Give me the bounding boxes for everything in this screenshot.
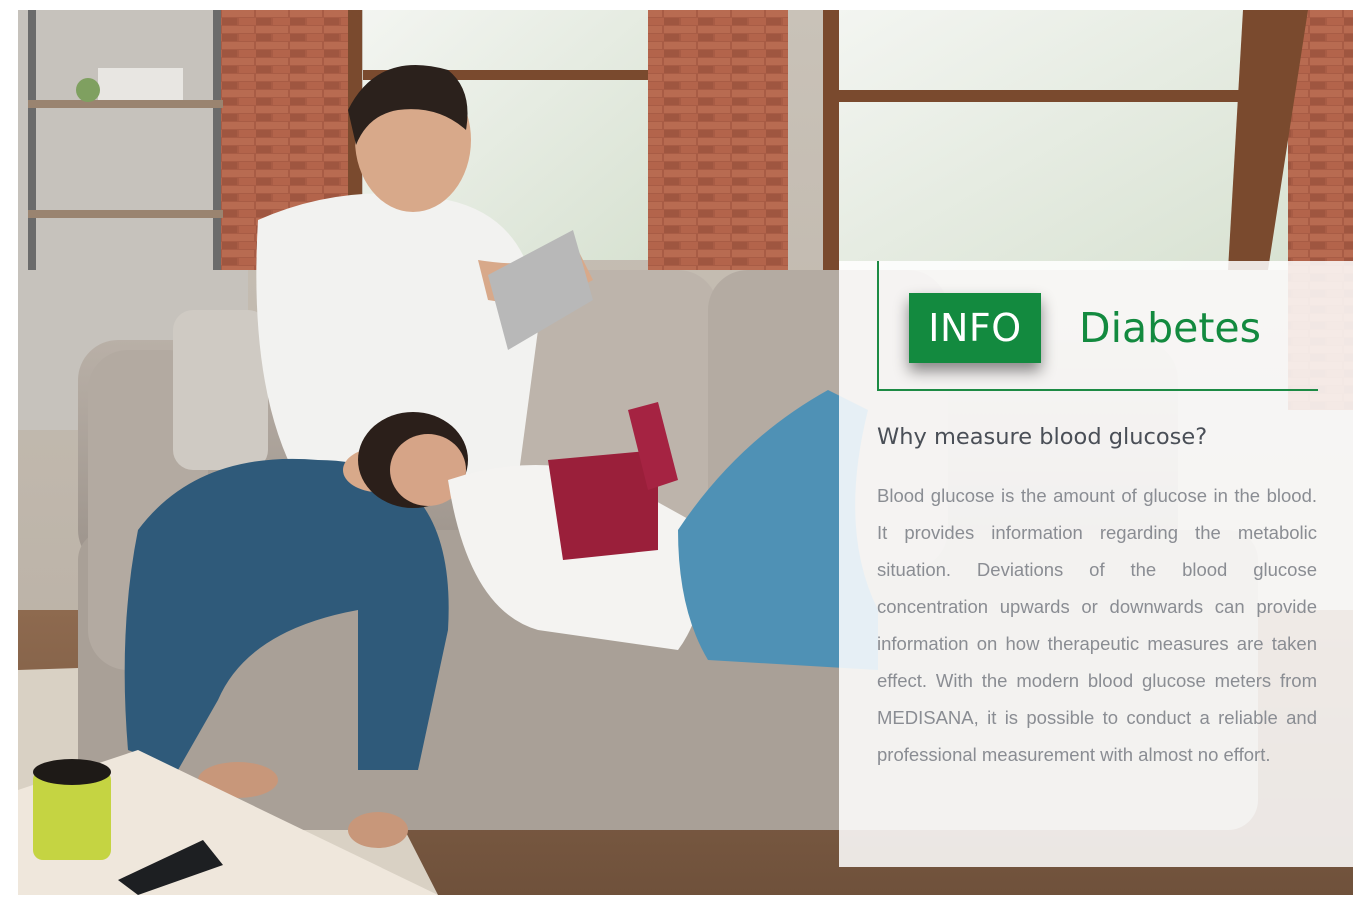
accent-line-vertical	[877, 261, 879, 391]
info-badge: INFO	[909, 293, 1041, 363]
brochure-page: INFO Diabetes Why measure blood glucose?…	[0, 0, 1353, 907]
section-subheading: Why measure blood glucose?	[877, 424, 1208, 450]
body-paragraph: Blood glucose is the amount of glucose i…	[877, 485, 1317, 765]
section-heading: Diabetes	[1079, 304, 1261, 352]
accent-line-horizontal	[877, 389, 1318, 391]
